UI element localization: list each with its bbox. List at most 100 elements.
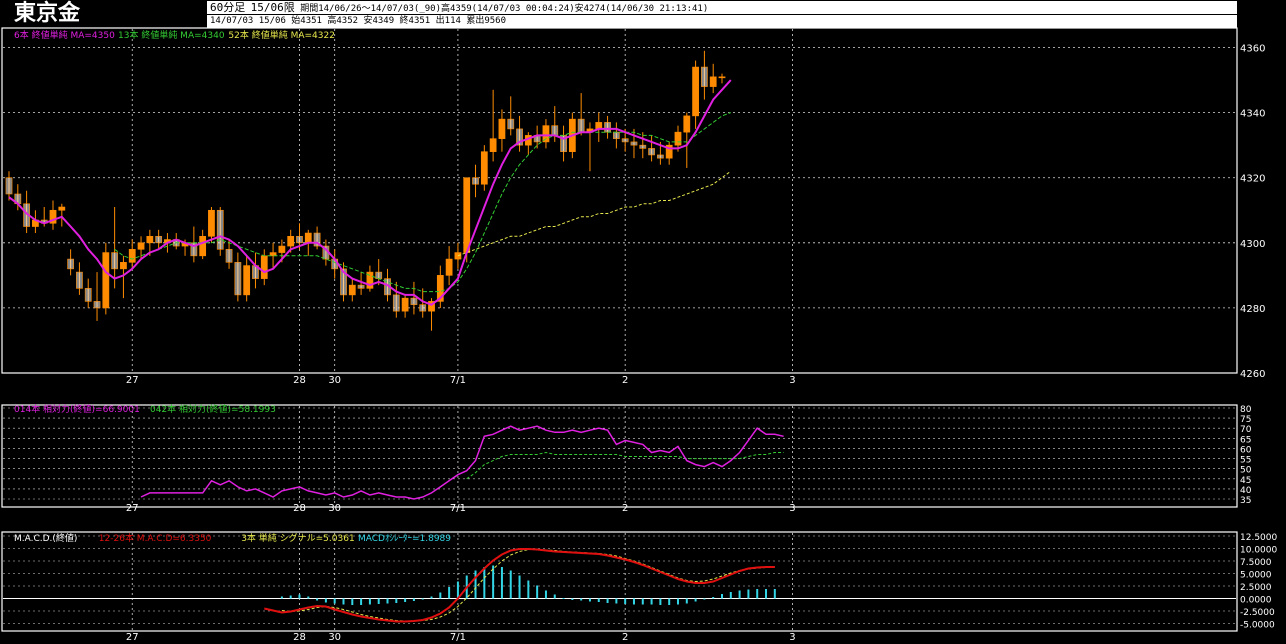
macd-histogram-bar bbox=[536, 585, 539, 599]
macd-histogram-bar bbox=[500, 567, 503, 599]
macd-histogram-bar bbox=[492, 565, 495, 599]
price-tick-label: 4300 bbox=[1240, 239, 1265, 250]
candle-body bbox=[128, 249, 136, 263]
candle-body bbox=[216, 209, 224, 250]
macd-histogram-bar bbox=[668, 598, 671, 605]
macd-histogram-bar bbox=[377, 598, 380, 604]
price-legend-item: 52本 終値単純 MA=4322 bbox=[228, 29, 335, 41]
x-tick-label: 27 bbox=[126, 503, 139, 514]
candle-body bbox=[683, 115, 691, 133]
candle-body bbox=[111, 252, 119, 270]
macd-histogram-bar bbox=[694, 598, 697, 602]
x-tick-label: 7/1 bbox=[450, 632, 466, 643]
price-tick-label: 4320 bbox=[1240, 174, 1265, 185]
candle-body bbox=[577, 118, 585, 133]
macd-histogram-bar bbox=[404, 598, 407, 602]
candle-body bbox=[287, 236, 295, 247]
candle-body bbox=[463, 177, 471, 253]
x-tick-label: 28 bbox=[293, 632, 306, 643]
macd-histogram-bar bbox=[721, 594, 723, 599]
rsi-tick-label: 60 bbox=[1240, 445, 1252, 455]
x-tick-label: 7/1 bbox=[450, 503, 466, 514]
macd-histogram-bar bbox=[430, 596, 433, 599]
macd-histogram-bar bbox=[632, 598, 635, 605]
candle-body bbox=[357, 284, 365, 289]
macd-tick-label: 10.0000 bbox=[1240, 546, 1277, 556]
macd-histogram-bar bbox=[324, 598, 327, 603]
x-tick-label: 3 bbox=[789, 375, 795, 386]
candle-body bbox=[604, 122, 611, 133]
macd-tick-label: 2.5000 bbox=[1240, 583, 1272, 593]
macd-histogram-bar bbox=[729, 592, 732, 599]
candle-body bbox=[674, 131, 682, 146]
macd-histogram-bar bbox=[544, 590, 547, 599]
x-tick-label: 7/1 bbox=[450, 375, 466, 386]
macd-histogram-bar bbox=[333, 598, 336, 604]
macd-histogram-bar bbox=[606, 598, 609, 603]
macd-tick-label: 7.5000 bbox=[1240, 558, 1272, 568]
macd-histogram-bar bbox=[483, 567, 486, 599]
macd-histogram-bar bbox=[307, 596, 310, 599]
macd-histogram-bar bbox=[395, 598, 398, 603]
macd-histogram-bar bbox=[676, 598, 679, 605]
rsi-tick-label: 40 bbox=[1240, 486, 1252, 496]
macd-histogram-bar bbox=[659, 598, 662, 605]
candle-body bbox=[401, 297, 409, 312]
macd-histogram-bar bbox=[474, 570, 477, 599]
x-tick-label: 30 bbox=[328, 375, 341, 386]
panel-frame-2 bbox=[1, 404, 1238, 508]
rsi-legend-item: 042本 相対力(終値)=58.1993 bbox=[150, 403, 276, 415]
rsi-legend-item: 014本 相対力(終値)=66.9001 bbox=[14, 403, 140, 415]
candle-body bbox=[648, 148, 655, 156]
candle-body bbox=[304, 232, 312, 244]
price-legend-item: 6本 終値単純 MA=4350 bbox=[14, 29, 115, 41]
rsi-tick-label: 70 bbox=[1240, 425, 1252, 435]
macd-histogram-bar bbox=[527, 580, 530, 599]
candle-body bbox=[480, 151, 488, 185]
macd-histogram-bar bbox=[342, 598, 345, 605]
candle-body bbox=[155, 236, 163, 244]
macd-histogram-bar bbox=[756, 589, 759, 599]
candle-body bbox=[489, 138, 497, 152]
candle-body bbox=[621, 138, 629, 143]
candle-body bbox=[551, 125, 559, 136]
candle-body bbox=[657, 154, 664, 159]
candle-body bbox=[630, 141, 638, 146]
macd-histogram-bar bbox=[588, 598, 591, 602]
candle-body bbox=[639, 144, 647, 149]
chart-canvas: 27 27 27 28 28 28 30 30 30 7/1 7/1 7/1 2 2 2 3 3 3 4260 428… bbox=[1, 27, 1277, 643]
price-tick-label: 4340 bbox=[1240, 109, 1265, 120]
x-tick-label: 28 bbox=[293, 503, 306, 514]
macd-histogram-bar bbox=[351, 598, 354, 605]
candle-body bbox=[93, 301, 101, 309]
macd-histogram-bar bbox=[360, 598, 363, 605]
x-tick-label: 27 bbox=[126, 375, 139, 386]
macd-histogram-bar bbox=[456, 581, 459, 599]
candle-body bbox=[243, 265, 251, 296]
rsi-tick-label: 55 bbox=[1240, 456, 1251, 466]
candle-body bbox=[392, 294, 400, 312]
x-tick-label: 3 bbox=[789, 503, 795, 514]
candle-body bbox=[542, 125, 550, 143]
macd-legend-item: 3本 単純 シグナル=5.0361 bbox=[241, 532, 354, 544]
x-tick-label: 2 bbox=[622, 632, 628, 643]
candle-body bbox=[709, 76, 717, 87]
candle-body bbox=[410, 297, 418, 305]
candle-body bbox=[278, 245, 286, 253]
macd-histogram-bar bbox=[685, 598, 688, 604]
ma-mid-series bbox=[114, 112, 731, 293]
rsi-tick-label: 75 bbox=[1240, 415, 1251, 425]
macd-tick-label: 5.0000 bbox=[1240, 571, 1272, 581]
macd-histogram-bar bbox=[562, 598, 565, 599]
macd-histogram-bar bbox=[421, 598, 424, 600]
price-tick-label: 4280 bbox=[1240, 304, 1265, 315]
macd-histogram-bar bbox=[641, 598, 644, 605]
macd-legend-item: 12-26本 M.A.C.D=6.3350 bbox=[99, 532, 212, 544]
x-tick-label: 2 bbox=[622, 503, 628, 514]
macd-histogram-bar bbox=[712, 597, 715, 599]
candle-body bbox=[102, 252, 110, 309]
candle-body bbox=[199, 236, 207, 257]
price-legend-item: 13本 終値単純 MA=4340 bbox=[118, 29, 225, 41]
x-tick-label: 27 bbox=[126, 632, 139, 643]
macd-legend-item: M.A.C.D.(終値) bbox=[14, 532, 77, 544]
